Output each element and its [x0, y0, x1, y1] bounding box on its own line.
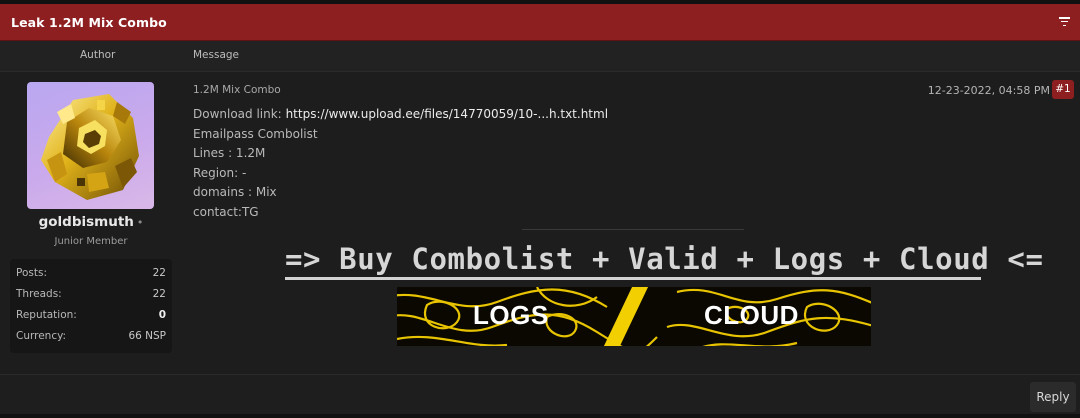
username-text[interactable]: goldbismuth	[39, 214, 134, 230]
contour-pattern-icon	[397, 287, 871, 346]
filter-icon[interactable]	[1059, 17, 1070, 27]
thread-title: Leak 1.2M Mix Combo	[11, 14, 167, 30]
post-footer: Reply	[0, 374, 1080, 414]
signature-promo-text: => Buy Combolist + Valid + Logs + Cloud …	[285, 242, 1044, 276]
thread-title-bar: Leak 1.2M Mix Combo	[0, 4, 1080, 41]
stat-threads: Threads: 22	[16, 288, 166, 302]
body-line: contact:TG	[193, 204, 259, 219]
stat-value: 22	[152, 288, 166, 300]
stat-value: 22	[152, 267, 166, 279]
banner-cloud-label: CLOUD	[704, 300, 799, 330]
message-panel: 1.2M Mix Combo 12-23-2022, 04:58 PM #1 D…	[182, 72, 1080, 374]
user-title: Junior Member	[54, 236, 128, 247]
post-body: Download link: https://www.upload.ee/fil…	[193, 105, 608, 223]
stat-label: Currency:	[16, 330, 67, 342]
post: goldbismuth • Junior Member Posts: 22 Thr…	[0, 72, 1080, 374]
body-line: Region: -	[193, 165, 247, 180]
stat-label: Reputation:	[16, 309, 77, 321]
banner-logs-label: LOGS	[473, 300, 549, 330]
signature-divider	[522, 229, 744, 230]
avatar[interactable]	[27, 82, 154, 209]
post-number[interactable]: #1	[1052, 80, 1074, 99]
column-header: Author Message	[0, 41, 1080, 72]
stat-currency: Currency: 66 NSP	[16, 330, 166, 344]
bismuth-crystal-icon	[41, 94, 139, 200]
column-author: Author	[80, 49, 116, 61]
download-label: Download link:	[193, 107, 282, 121]
status-dot-icon: •	[136, 216, 144, 229]
post-subject: 1.2M Mix Combo	[193, 84, 281, 96]
promo-underline	[285, 277, 981, 280]
logs-cloud-banner[interactable]: LOGS CLOUD	[397, 287, 871, 346]
stat-label: Threads:	[16, 288, 62, 300]
column-message: Message	[193, 49, 240, 61]
download-line: Download link: https://www.upload.ee/fil…	[193, 105, 608, 125]
username[interactable]: goldbismuth •	[0, 214, 182, 230]
author-panel: goldbismuth • Junior Member Posts: 22 Thr…	[0, 72, 182, 374]
stat-value[interactable]: 0	[159, 309, 166, 321]
bottom-strip	[0, 414, 1080, 418]
stat-label: Posts:	[16, 267, 47, 279]
download-link[interactable]: https://www.upload.ee/files/14770059/10-…	[286, 107, 608, 121]
author-stats: Posts: 22 Threads: 22 Reputation: 0 Curr…	[10, 259, 172, 353]
stat-posts: Posts: 22	[16, 267, 166, 281]
body-line: Emailpass Combolist	[193, 126, 318, 141]
post-date: 12-23-2022, 04:58 PM	[927, 84, 1050, 97]
reply-button[interactable]: Reply	[1030, 382, 1076, 412]
stat-value: 66 NSP	[128, 330, 166, 342]
stat-reputation: Reputation: 0	[16, 309, 166, 323]
body-line: Lines : 1.2M	[193, 146, 266, 161]
body-line: domains : Mix	[193, 185, 277, 200]
